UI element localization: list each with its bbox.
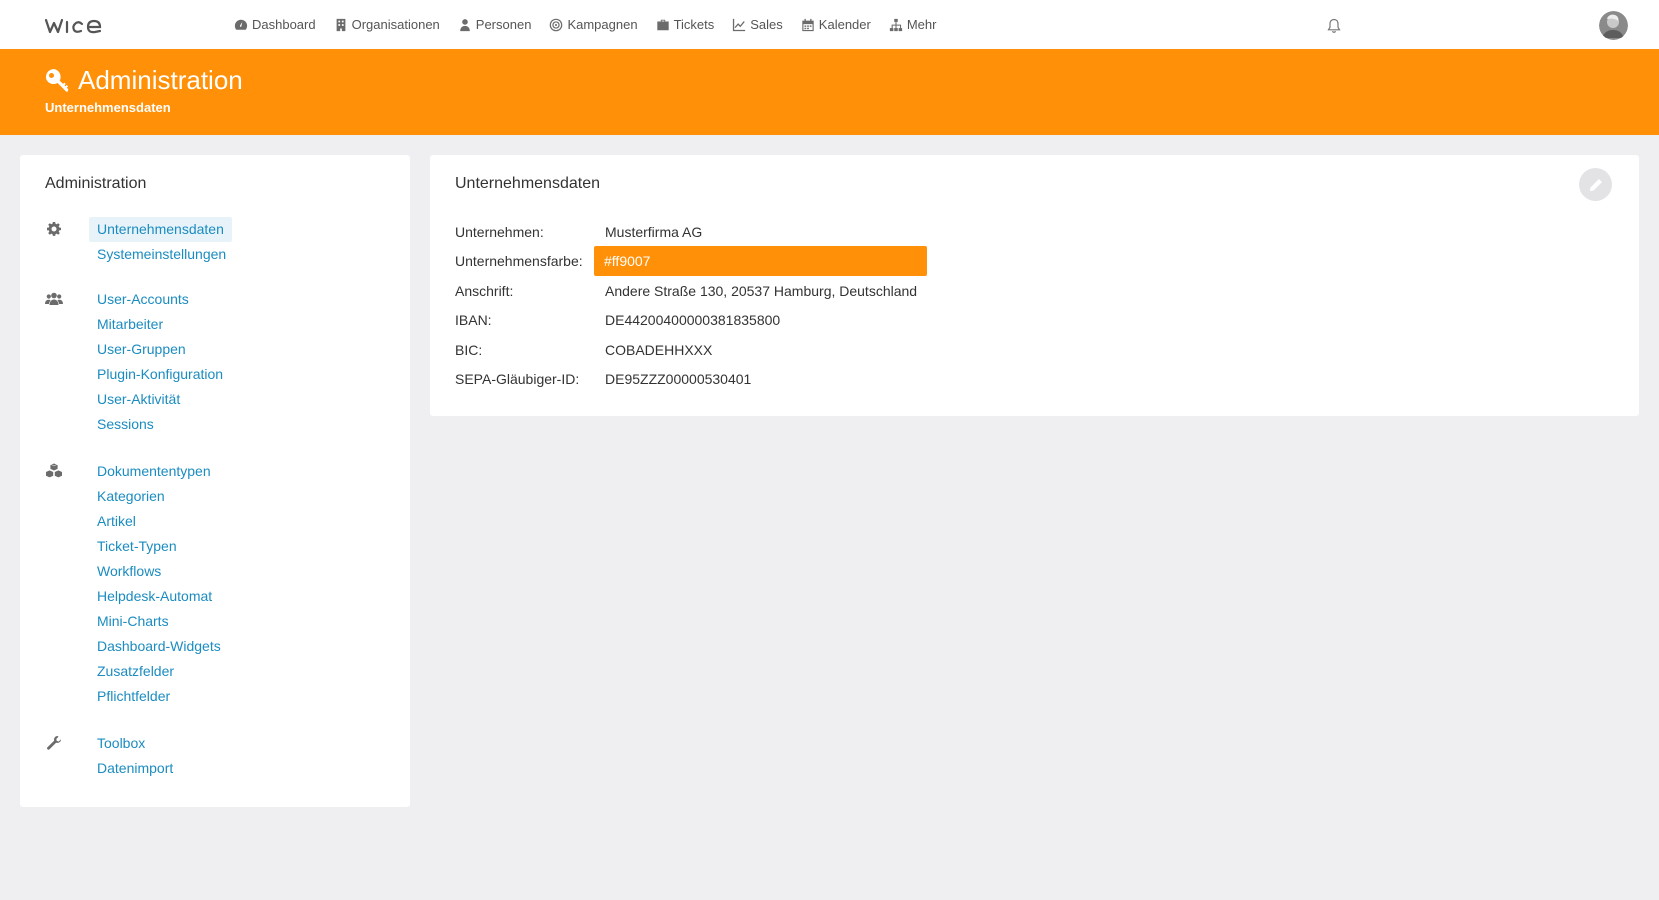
field-label: IBAN: — [455, 311, 492, 328]
sidebar-item-pflichtfelder[interactable]: Pflichtfelder — [97, 684, 397, 709]
sidebar-item-toolbox[interactable]: Toolbox — [97, 731, 397, 756]
wrench-icon — [47, 736, 62, 750]
nav-label: Organisationen — [351, 17, 440, 32]
nav-kampagnen[interactable]: Kampagnen — [549, 17, 638, 32]
sidebar-item-datenimport[interactable]: Datenimport — [97, 756, 397, 781]
calendar-icon — [802, 18, 814, 31]
top-navbar: Dashboard Organisationen Personen Kampag… — [0, 0, 1659, 49]
sidebar-item-user-gruppen[interactable]: User-Gruppen — [97, 337, 397, 362]
field-row-anschrift: Anschrift: Andere Straße 130, 20537 Hamb… — [455, 276, 917, 305]
avatar[interactable] — [1599, 11, 1628, 40]
field-row-unternehmen: Unternehmen: Musterfirma AG — [455, 217, 702, 246]
user-icon — [459, 18, 470, 31]
sidebar-links: User-Accounts Mitarbeiter User-Gruppen P… — [97, 287, 397, 437]
page-header: Administration Unternehmensdaten — [0, 49, 1659, 135]
sidebar-item-zusatzfelder[interactable]: Zusatzfelder — [97, 659, 397, 684]
avatar-image — [1599, 11, 1628, 40]
line-chart-icon — [733, 18, 746, 31]
pencil-icon — [1589, 178, 1602, 191]
sidebar-item-systemeinstellungen[interactable]: Systemeinstellungen — [97, 242, 397, 267]
sitemap-icon — [889, 18, 902, 31]
group-icon-wrap — [45, 463, 63, 479]
card-title: Unternehmensdaten — [455, 175, 600, 192]
field-value-company: Musterfirma AG — [605, 223, 703, 240]
wice-logo[interactable] — [44, 14, 110, 36]
page-subtitle: Unternehmensdaten — [45, 100, 171, 115]
field-value-bic: COBADEHHXXX — [605, 341, 713, 358]
sidebar-item-ticket-typen[interactable]: Ticket-Typen — [97, 534, 397, 559]
sidebar-item-mini-charts[interactable]: Mini-Charts — [97, 609, 397, 634]
nav-sales[interactable]: Sales — [732, 17, 783, 32]
sidebar-item-dashboard-widgets[interactable]: Dashboard-Widgets — [97, 634, 397, 659]
page-title-row: Administration — [44, 65, 243, 96]
nav-label: Kampagnen — [567, 17, 638, 32]
nav-label: Kalender — [818, 17, 871, 32]
nav-tickets[interactable]: Tickets — [656, 17, 715, 32]
target-icon — [550, 18, 563, 31]
nav-label: Personen — [475, 17, 532, 32]
sidebar-item-plugin-konfiguration[interactable]: Plugin-Konfiguration — [97, 362, 397, 387]
field-row-unternehmensfarbe: Unternehmensfarbe: — [455, 246, 605, 275]
sidebar-item-kategorien[interactable]: Kategorien — [97, 484, 397, 509]
nav-label: Dashboard — [252, 17, 316, 32]
sidebar-item-helpdesk-automat[interactable]: Helpdesk-Automat — [97, 584, 397, 609]
nav-label: Sales — [750, 17, 783, 32]
dashboard-icon — [234, 19, 248, 30]
color-swatch: #ff9007 — [594, 246, 927, 276]
field-label: Unternehmensfarbe: — [455, 252, 583, 269]
sidebar-item-dokumententypen[interactable]: Dokumententypen — [97, 459, 397, 484]
sidebar-title: Administration — [45, 175, 147, 192]
edit-button[interactable] — [1579, 168, 1612, 201]
cubes-icon — [46, 463, 62, 478]
users-icon — [45, 292, 63, 305]
sidebar-item-artikel[interactable]: Artikel — [97, 509, 397, 534]
field-label: BIC: — [455, 341, 483, 358]
nav-mehr[interactable]: Mehr — [889, 17, 937, 32]
admin-sidebar: Administration Unternehmensdaten Systeme… — [20, 155, 410, 807]
company-data-card: Unternehmensdaten Unternehmen: Musterfir… — [430, 155, 1639, 416]
field-row-sepa: SEPA-Gläubiger-ID: DE95ZZZ00000530401 — [455, 364, 751, 393]
key-icon — [45, 68, 69, 92]
field-label: Unternehmen: — [455, 223, 544, 240]
nav-organisationen[interactable]: Organisationen — [334, 17, 440, 32]
field-value-iban: DE44200400000381835800 — [605, 311, 781, 328]
sidebar-links: Toolbox Datenimport — [97, 731, 397, 781]
group-icon-wrap — [45, 735, 63, 751]
field-value-address: Andere Straße 130, 20537 Hamburg, Deutsc… — [605, 282, 918, 299]
sidebar-links: Dokumententypen Kategorien Artikel Ticke… — [97, 459, 397, 709]
nav-dashboard[interactable]: Dashboard — [234, 17, 316, 32]
group-icon-wrap — [45, 291, 63, 307]
gear-icon — [47, 222, 61, 236]
sidebar-item-user-accounts[interactable]: User-Accounts — [97, 287, 397, 312]
field-row-bic: BIC: COBADEHHXXX — [455, 335, 712, 364]
nav-label: Mehr — [906, 17, 937, 32]
field-row-iban: IBAN: DE44200400000381835800 — [455, 305, 780, 334]
field-label: Anschrift: — [455, 282, 514, 299]
sidebar-links: Unternehmensdaten Systemeinstellungen — [89, 217, 397, 267]
field-label: SEPA-Gläubiger-ID: — [455, 370, 580, 387]
bell-icon[interactable] — [1327, 18, 1341, 34]
page-title: Administration — [78, 65, 243, 95]
sidebar-item-unternehmensdaten[interactable]: Unternehmensdaten — [89, 217, 232, 242]
sidebar-item-sessions[interactable]: Sessions — [97, 412, 397, 437]
field-value-sepa-id: DE95ZZZ00000530401 — [605, 370, 752, 387]
nav-personen[interactable]: Personen — [458, 17, 532, 32]
group-icon-wrap — [45, 221, 63, 237]
sidebar-item-workflows[interactable]: Workflows — [97, 559, 397, 584]
sidebar-item-user-aktivitaet[interactable]: User-Aktivität — [97, 387, 397, 412]
nav-kalender[interactable]: Kalender — [801, 17, 871, 32]
briefcase-icon — [656, 19, 669, 30]
main-nav: Dashboard Organisationen Personen Kampag… — [234, 0, 954, 49]
sidebar-item-mitarbeiter[interactable]: Mitarbeiter — [97, 312, 397, 337]
nav-label: Tickets — [673, 17, 715, 32]
building-icon — [336, 18, 345, 31]
